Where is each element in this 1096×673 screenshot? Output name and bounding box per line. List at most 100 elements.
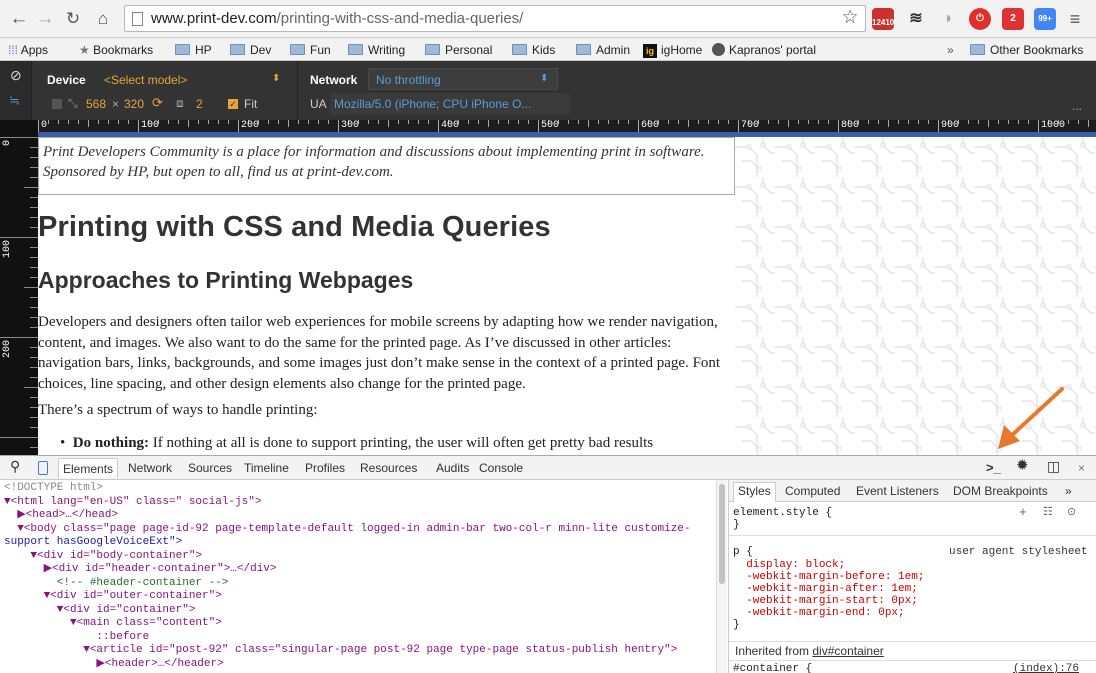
bookmark-personal[interactable]: Personal [425, 42, 492, 58]
forward-icon[interactable]: → [34, 8, 56, 30]
css-line[interactable]: -webkit-margin-end: 0px; [733, 607, 904, 620]
tab-audits[interactable]: Audits [436, 460, 469, 476]
bookmark-kids[interactable]: Kids [512, 42, 555, 58]
star-icon[interactable]: ☆ [839, 7, 861, 29]
css-line[interactable]: display: block; [733, 559, 845, 572]
dom-node-line[interactable]: ▼<div id="container"> [4, 604, 716, 618]
layers-extension-icon[interactable]: ≋ [905, 8, 927, 30]
inherited-text: Inherited from [735, 644, 813, 658]
dom-node-line[interactable]: ▼<main class="content"> [4, 617, 716, 631]
back-icon[interactable]: ← [8, 8, 30, 30]
ruler-tick [918, 120, 919, 124]
dock-side-icon[interactable]: ◫ [1047, 458, 1060, 474]
ruler-tick [328, 120, 329, 124]
tab-elements[interactable]: Elements [58, 458, 119, 478]
dom-node-line[interactable]: ▶<div id="header-container">…</div> [4, 563, 716, 577]
resolution-icon: ⤡ [68, 96, 78, 110]
bookmark-admin[interactable]: Admin [576, 42, 630, 58]
bookmark-other[interactable]: Other Bookmarks [970, 42, 1083, 58]
blue-extension-icon[interactable]: 99+ [1034, 8, 1056, 30]
star-icon: ★ [79, 43, 90, 57]
rotate-icon[interactable]: ⟳ [152, 95, 163, 111]
dom-node-line[interactable]: ::before [4, 631, 716, 645]
height-input[interactable]: 320 [124, 97, 144, 111]
bookmark-ighome[interactable]: ig igHome [643, 42, 702, 58]
settings-gear-icon[interactable]: ✹ [1016, 458, 1029, 474]
bookmark-kapranos[interactable]: Kapranos' portal [712, 42, 816, 58]
dom-node-line[interactable]: ▼<html lang="en-US" class=" social-js"> [4, 496, 716, 510]
device-dropdown-icon[interactable]: ⬍ [272, 73, 280, 84]
tab-resources[interactable]: Resources [360, 460, 417, 476]
menu-icon[interactable]: ≡ [1064, 8, 1086, 30]
dom-node-line[interactable]: ▶<head>…</head> [4, 509, 716, 523]
elements-tree[interactable]: <!DOCTYPE html> ▼<html lang="en-US" class… [0, 480, 727, 673]
ruler-tick [1068, 120, 1069, 124]
pushbullet-extension-icon[interactable]: ◑ [936, 8, 958, 30]
console-drawer-icon[interactable]: >_ [986, 460, 1001, 476]
css-line[interactable]: -webkit-margin-after: 1em; [733, 583, 918, 596]
fit-checkbox[interactable]: ✓ [228, 99, 238, 109]
more-options-icon[interactable]: ... [1072, 99, 1082, 113]
dom-node-line[interactable]: <!DOCTYPE html> [4, 482, 716, 496]
bookmark-hp[interactable]: HP [175, 42, 212, 58]
dom-node-line[interactable]: ▶<header>…</header> [4, 658, 716, 672]
dom-node-line[interactable]: ▼<div id="outer-container"> [4, 590, 716, 604]
width-input[interactable]: 568 [86, 97, 106, 111]
dom-node-line[interactable]: ▼<div id="body-container"> [4, 550, 716, 564]
scrollbar-thumb[interactable] [719, 484, 725, 584]
bookmark-fun[interactable]: Fun [290, 42, 331, 58]
divider [729, 660, 1096, 661]
css-line[interactable]: } [733, 619, 740, 632]
tab-timeline[interactable]: Timeline [244, 460, 289, 476]
disable-emulation-icon[interactable]: ⊘ [10, 67, 22, 84]
ruler-tick [228, 120, 229, 124]
dom-node-line[interactable]: ▼<article id="post-92" class="singular-p… [4, 644, 716, 658]
sidebar-more[interactable]: » [1065, 484, 1072, 498]
reload-icon[interactable]: ↻ [62, 8, 84, 30]
tab-console[interactable]: Console [479, 460, 523, 476]
ruler-tick [238, 120, 239, 132]
bookmark-apps[interactable]: ⁞⁞⁞ Apps [8, 42, 48, 58]
dom-node-line[interactable]: <!-- #header-container --> [4, 577, 716, 591]
tab-network[interactable]: Network [128, 460, 172, 476]
bookmark-dev[interactable]: Dev [230, 42, 271, 58]
bookmarks-more[interactable]: » [947, 42, 954, 58]
css-line[interactable]: -webkit-margin-start: 0px; [733, 595, 918, 608]
red-extension-icon[interactable]: 2 [1002, 8, 1024, 30]
tab-event-listeners[interactable]: Event Listeners [856, 484, 939, 498]
css-line[interactable]: } [733, 519, 740, 532]
gmail-extension-icon[interactable]: 12410 [872, 8, 894, 30]
adblock-extension-icon[interactable]: ⏻ [969, 8, 991, 30]
css-line[interactable]: element.style { [733, 507, 832, 520]
inherited-link[interactable]: div#container [812, 644, 883, 658]
animations-icon[interactable]: ⊙ [1067, 507, 1076, 520]
css-line[interactable]: -webkit-margin-before: 1em; [733, 571, 924, 584]
tab-sources[interactable]: Sources [188, 460, 232, 476]
device-value[interactable]: <Select model> [104, 73, 187, 87]
ruler-label: 0 [41, 120, 48, 131]
css-line[interactable]: p { [733, 546, 753, 559]
url-input[interactable]: www.print-dev.com/printing-with-css-and-… [124, 5, 866, 32]
bookmark-writing[interactable]: Writing [348, 42, 405, 58]
dpr-input[interactable]: 2 [196, 97, 203, 111]
red-badge: 2 [1010, 13, 1016, 24]
new-rule-icon[interactable]: + [1019, 506, 1027, 520]
tab-profiles[interactable]: Profiles [305, 460, 345, 476]
dom-node-line[interactable]: ▼<body class="page page-id-92 page-templ… [4, 523, 716, 537]
tab-dom-breakpoints[interactable]: DOM Breakpoints [953, 484, 1048, 498]
search-icon[interactable]: ⚲ [10, 458, 20, 474]
home-icon[interactable]: ⌂ [92, 8, 114, 30]
index-link[interactable]: (index):76 [1013, 663, 1079, 673]
close-devtools-icon[interactable]: × [1078, 460, 1085, 476]
size-checkbox[interactable] [52, 99, 62, 109]
element-state-icon[interactable]: ☷ [1043, 507, 1053, 520]
bookmark-bookmarks[interactable]: ★ Bookmarks [79, 42, 153, 58]
tab-styles[interactable]: Styles [733, 482, 776, 502]
emulation-settings-icon[interactable]: ≒ [9, 93, 20, 109]
dom-node-line[interactable]: support hasGoogleVoiceExt"> [4, 536, 716, 550]
bullet-text: If nothing at all is done to support pri… [149, 435, 654, 451]
elements-scrollbar[interactable] [716, 480, 727, 673]
device-mode-icon[interactable] [38, 461, 48, 475]
ruler-tick [518, 120, 519, 124]
tab-computed[interactable]: Computed [785, 484, 840, 498]
